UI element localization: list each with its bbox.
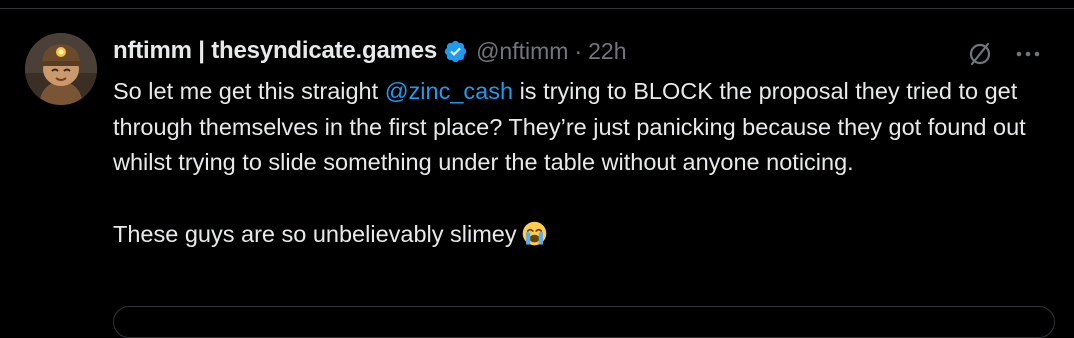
mention-link[interactable]: @zinc_cash: [385, 78, 513, 104]
tweet-card[interactable]: nftimm | thesyndicate.games @nftimm · 22…: [0, 9, 1074, 338]
quoted-tweet-card[interactable]: [113, 306, 1055, 338]
header-separator: ·: [574, 37, 583, 64]
avatar[interactable]: [25, 33, 97, 105]
author-handle[interactable]: @nftimm: [476, 38, 568, 65]
tweet-text-para2: These guys are so unbelievably slimey: [113, 220, 517, 247]
author-display-name[interactable]: nftimm | thesyndicate.games: [113, 37, 437, 65]
tweet-timestamp[interactable]: 22h: [588, 38, 626, 65]
more-horizontal-icon[interactable]: [1014, 45, 1042, 63]
avatar-image: [25, 33, 97, 105]
grok-icon[interactable]: [966, 40, 994, 68]
tweet-paragraph-1: So let me get this straight @zinc_cash i…: [113, 74, 1058, 181]
tweet-text: So let me get this straight @zinc_cash i…: [113, 74, 1058, 252]
tweet-text-before-mention: So let me get this straight: [113, 78, 385, 104]
verified-badge-icon[interactable]: [443, 39, 468, 64]
tweet-header: nftimm | thesyndicate.games @nftimm · 22…: [113, 35, 626, 67]
loudly-crying-face-icon: [521, 220, 548, 247]
tweet-paragraph-2: These guys are so unbelievably slimey: [113, 217, 1058, 253]
